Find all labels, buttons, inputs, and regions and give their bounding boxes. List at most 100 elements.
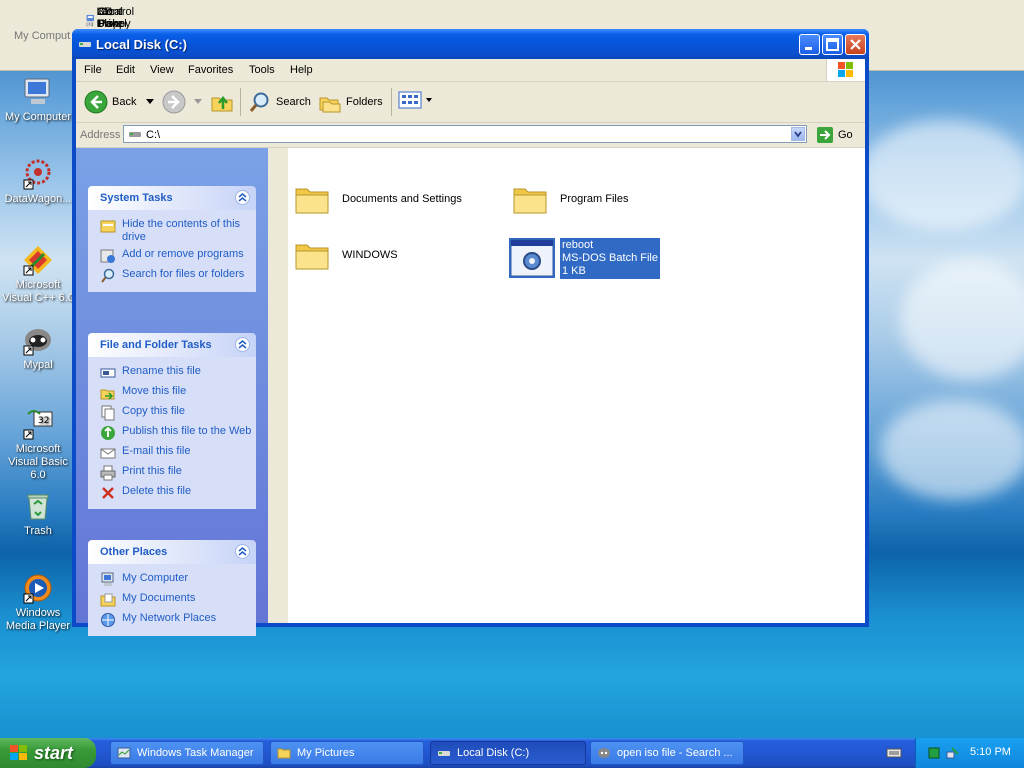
- folder-icon: [295, 188, 329, 214]
- address-input[interactable]: C:\: [123, 125, 807, 143]
- task-add-remove-programs[interactable]: Add or remove programs: [88, 246, 256, 266]
- control-panel-icon: [86, 14, 94, 22]
- panel-header[interactable]: System Tasks: [88, 186, 256, 210]
- task-print-file[interactable]: Print this file: [88, 463, 256, 483]
- desktop-icon-media-player[interactable]: Windows Media Player: [0, 572, 76, 633]
- network-places-icon: [101, 613, 115, 627]
- minimize-button[interactable]: [799, 34, 820, 55]
- top-link-control-panel[interactable]: Control Panel: [86, 6, 139, 30]
- task-pane: System Tasks Hide the contents of this d…: [76, 148, 268, 636]
- dropdown-arrow-icon[interactable]: [146, 99, 155, 105]
- task-label: Search for files or folders: [122, 268, 245, 280]
- panel-body: Hide the contents of this drive Add or r…: [88, 210, 256, 292]
- task-delete-file[interactable]: Delete this file: [88, 483, 256, 503]
- menu-bar: File Edit View Favorites Tools Help: [76, 59, 865, 82]
- task-windows-task-manager[interactable]: Windows Task Manager: [110, 741, 264, 765]
- file-item-program-files[interactable]: Program Files: [512, 183, 628, 215]
- file-item-documents-and-settings[interactable]: Documents and Settings: [294, 183, 462, 215]
- desktop-icon-visual-cpp[interactable]: Microsoft Visual C++ 6.0: [0, 244, 76, 305]
- place-my-documents[interactable]: My Documents: [88, 590, 256, 610]
- title-bar[interactable]: Local Disk (C:): [72, 29, 869, 59]
- add-remove-programs-icon: [100, 249, 115, 263]
- place-my-network-places[interactable]: My Network Places: [88, 610, 256, 630]
- desktop-icon-my-computer[interactable]: My Computer: [0, 76, 76, 124]
- views-button[interactable]: [398, 90, 432, 110]
- toolbar-separator: [240, 88, 241, 116]
- clock[interactable]: 5:10 PM: [970, 746, 1011, 758]
- menu-favorites[interactable]: Favorites: [188, 64, 233, 76]
- task-publish-web[interactable]: Publish this file to the Web: [88, 423, 256, 443]
- start-button[interactable]: start: [0, 738, 96, 768]
- datawagon-icon: [22, 158, 54, 190]
- menu-edit[interactable]: Edit: [116, 64, 135, 76]
- keyboard-icon[interactable]: [886, 747, 902, 759]
- menu-tools[interactable]: Tools: [249, 64, 275, 76]
- search-label: Search: [276, 96, 311, 108]
- back-button[interactable]: Back: [84, 90, 155, 114]
- go-label: Go: [838, 129, 853, 141]
- minimize-icon: [805, 47, 812, 50]
- my-documents-icon: [100, 593, 116, 607]
- maximize-button[interactable]: [822, 34, 843, 55]
- windows-flag-icon: [10, 745, 27, 760]
- collapse-icon[interactable]: [235, 190, 250, 205]
- mypal-icon: [22, 324, 54, 356]
- file-item-windows[interactable]: WINDOWS: [294, 239, 398, 271]
- window-body: File Edit View Favorites Tools Help Back: [76, 59, 865, 636]
- task-label: Local Disk (C:): [457, 747, 530, 759]
- task-search-files[interactable]: Search for files or folders: [88, 266, 256, 286]
- network-icon[interactable]: [946, 746, 960, 760]
- folders-button[interactable]: Folders: [318, 90, 383, 114]
- forward-button[interactable]: [162, 90, 202, 114]
- address-value: C:\: [146, 129, 161, 141]
- background-window-label: My Comput: [14, 30, 71, 42]
- task-copy-file[interactable]: Copy this file: [88, 403, 256, 423]
- task-rename-file[interactable]: Rename this file: [88, 363, 256, 383]
- windows-flag-icon: [838, 62, 853, 77]
- task-label: Delete this file: [122, 485, 192, 497]
- task-search[interactable]: open iso file - Search ...: [590, 741, 744, 765]
- panel-header[interactable]: Other Places: [88, 540, 256, 564]
- desktop-icon-trash[interactable]: Trash: [0, 490, 76, 538]
- email-icon: [100, 448, 116, 459]
- close-button[interactable]: [845, 34, 866, 55]
- dropdown-arrow-icon[interactable]: [194, 99, 202, 105]
- go-arrow-icon: [817, 127, 833, 143]
- go-button[interactable]: Go: [816, 126, 853, 144]
- desktop-icon-datawagon[interactable]: DataWagon...: [0, 158, 76, 206]
- desktop-icon-mypal[interactable]: Mypal: [0, 324, 76, 372]
- place-my-computer[interactable]: My Computer: [88, 570, 256, 590]
- window-title: Local Disk (C:): [96, 37, 188, 52]
- toolbar: Back Search Folders: [76, 82, 865, 123]
- task-hide-contents[interactable]: Hide the contents of this drive: [88, 216, 256, 246]
- menu-view[interactable]: View: [150, 64, 174, 76]
- address-bar: Address C:\ Go: [76, 123, 865, 148]
- my-computer-icon: [22, 76, 54, 108]
- folders-icon: [319, 97, 341, 113]
- panel-header[interactable]: File and Folder Tasks: [88, 333, 256, 357]
- search-icon: [101, 268, 115, 283]
- task-my-pictures[interactable]: My Pictures: [270, 741, 424, 765]
- desktop-icon-visual-basic[interactable]: 32 Microsoft Visual Basic 6.0: [0, 408, 76, 482]
- file-item-reboot[interactable]: reboot MS-DOS Batch File 1 KB: [508, 237, 660, 279]
- address-dropdown-button[interactable]: [791, 127, 805, 141]
- windows-flag-logo: [826, 59, 865, 81]
- recycle-bin-icon: [22, 490, 54, 522]
- task-move-file[interactable]: Move this file: [88, 383, 256, 403]
- tray-status-icon[interactable]: [928, 747, 940, 759]
- task-local-disk[interactable]: Local Disk (C:): [430, 741, 586, 765]
- views-icon: [398, 91, 422, 109]
- explorer-window: Local Disk (C:) File Edit View Favorites…: [72, 29, 869, 636]
- dropdown-arrow-icon[interactable]: [426, 97, 432, 103]
- up-folder-button[interactable]: [210, 90, 234, 114]
- collapse-icon[interactable]: [235, 544, 250, 559]
- collapse-icon[interactable]: [235, 337, 250, 352]
- rename-icon: [100, 368, 116, 378]
- pane-splitter[interactable]: [268, 148, 288, 623]
- task-email-file[interactable]: E-mail this file: [88, 443, 256, 463]
- up-folder-icon: [211, 95, 233, 112]
- menu-help[interactable]: Help: [290, 64, 313, 76]
- menu-file[interactable]: File: [84, 64, 102, 76]
- search-button[interactable]: Search: [248, 90, 311, 114]
- desktop-icon-label: Microsoft Visual C++ 6.0: [2, 279, 74, 304]
